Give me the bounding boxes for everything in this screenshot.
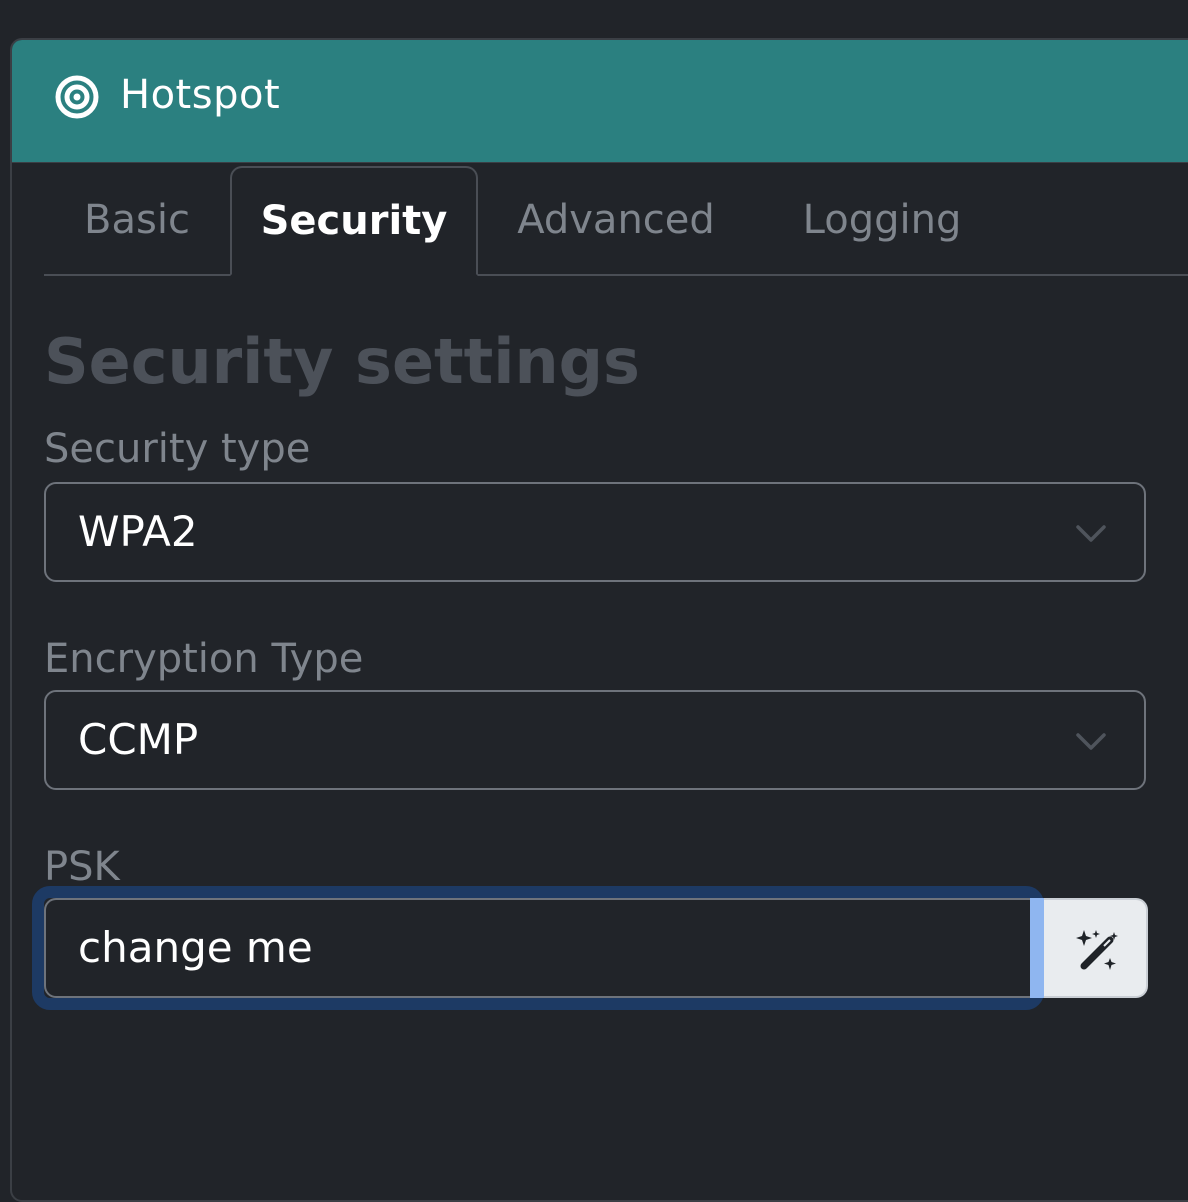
tabs-divider <box>44 274 1188 276</box>
encryption-type-value: CCMP <box>78 715 199 764</box>
psk-value: change me <box>78 923 313 972</box>
chevron-down-icon <box>1076 525 1106 542</box>
encryption-type-select[interactable]: CCMP <box>44 690 1146 790</box>
target-icon <box>55 75 99 119</box>
psk-input[interactable]: change me <box>44 898 1034 998</box>
generate-psk-button[interactable] <box>1044 898 1148 998</box>
tab-basic[interactable]: Basic <box>44 166 230 274</box>
section-title: Security settings <box>44 325 640 398</box>
card-header: Hotspot <box>12 40 1188 163</box>
card-title: Hotspot <box>120 72 281 118</box>
chevron-down-icon <box>1076 733 1106 750</box>
settings-tabs: Basic Security Advanced Logging <box>44 166 1188 276</box>
psk-focus-edge <box>1030 898 1044 998</box>
magic-wand-icon <box>1076 930 1118 970</box>
tab-security[interactable]: Security <box>230 166 478 276</box>
psk-label: PSK <box>44 844 120 890</box>
encryption-type-label: Encryption Type <box>44 636 364 682</box>
tab-logging[interactable]: Logging <box>754 166 1010 274</box>
security-type-label: Security type <box>44 426 311 472</box>
security-type-select[interactable]: WPA2 <box>44 482 1146 582</box>
security-type-value: WPA2 <box>78 507 198 556</box>
tab-advanced[interactable]: Advanced <box>478 166 754 274</box>
